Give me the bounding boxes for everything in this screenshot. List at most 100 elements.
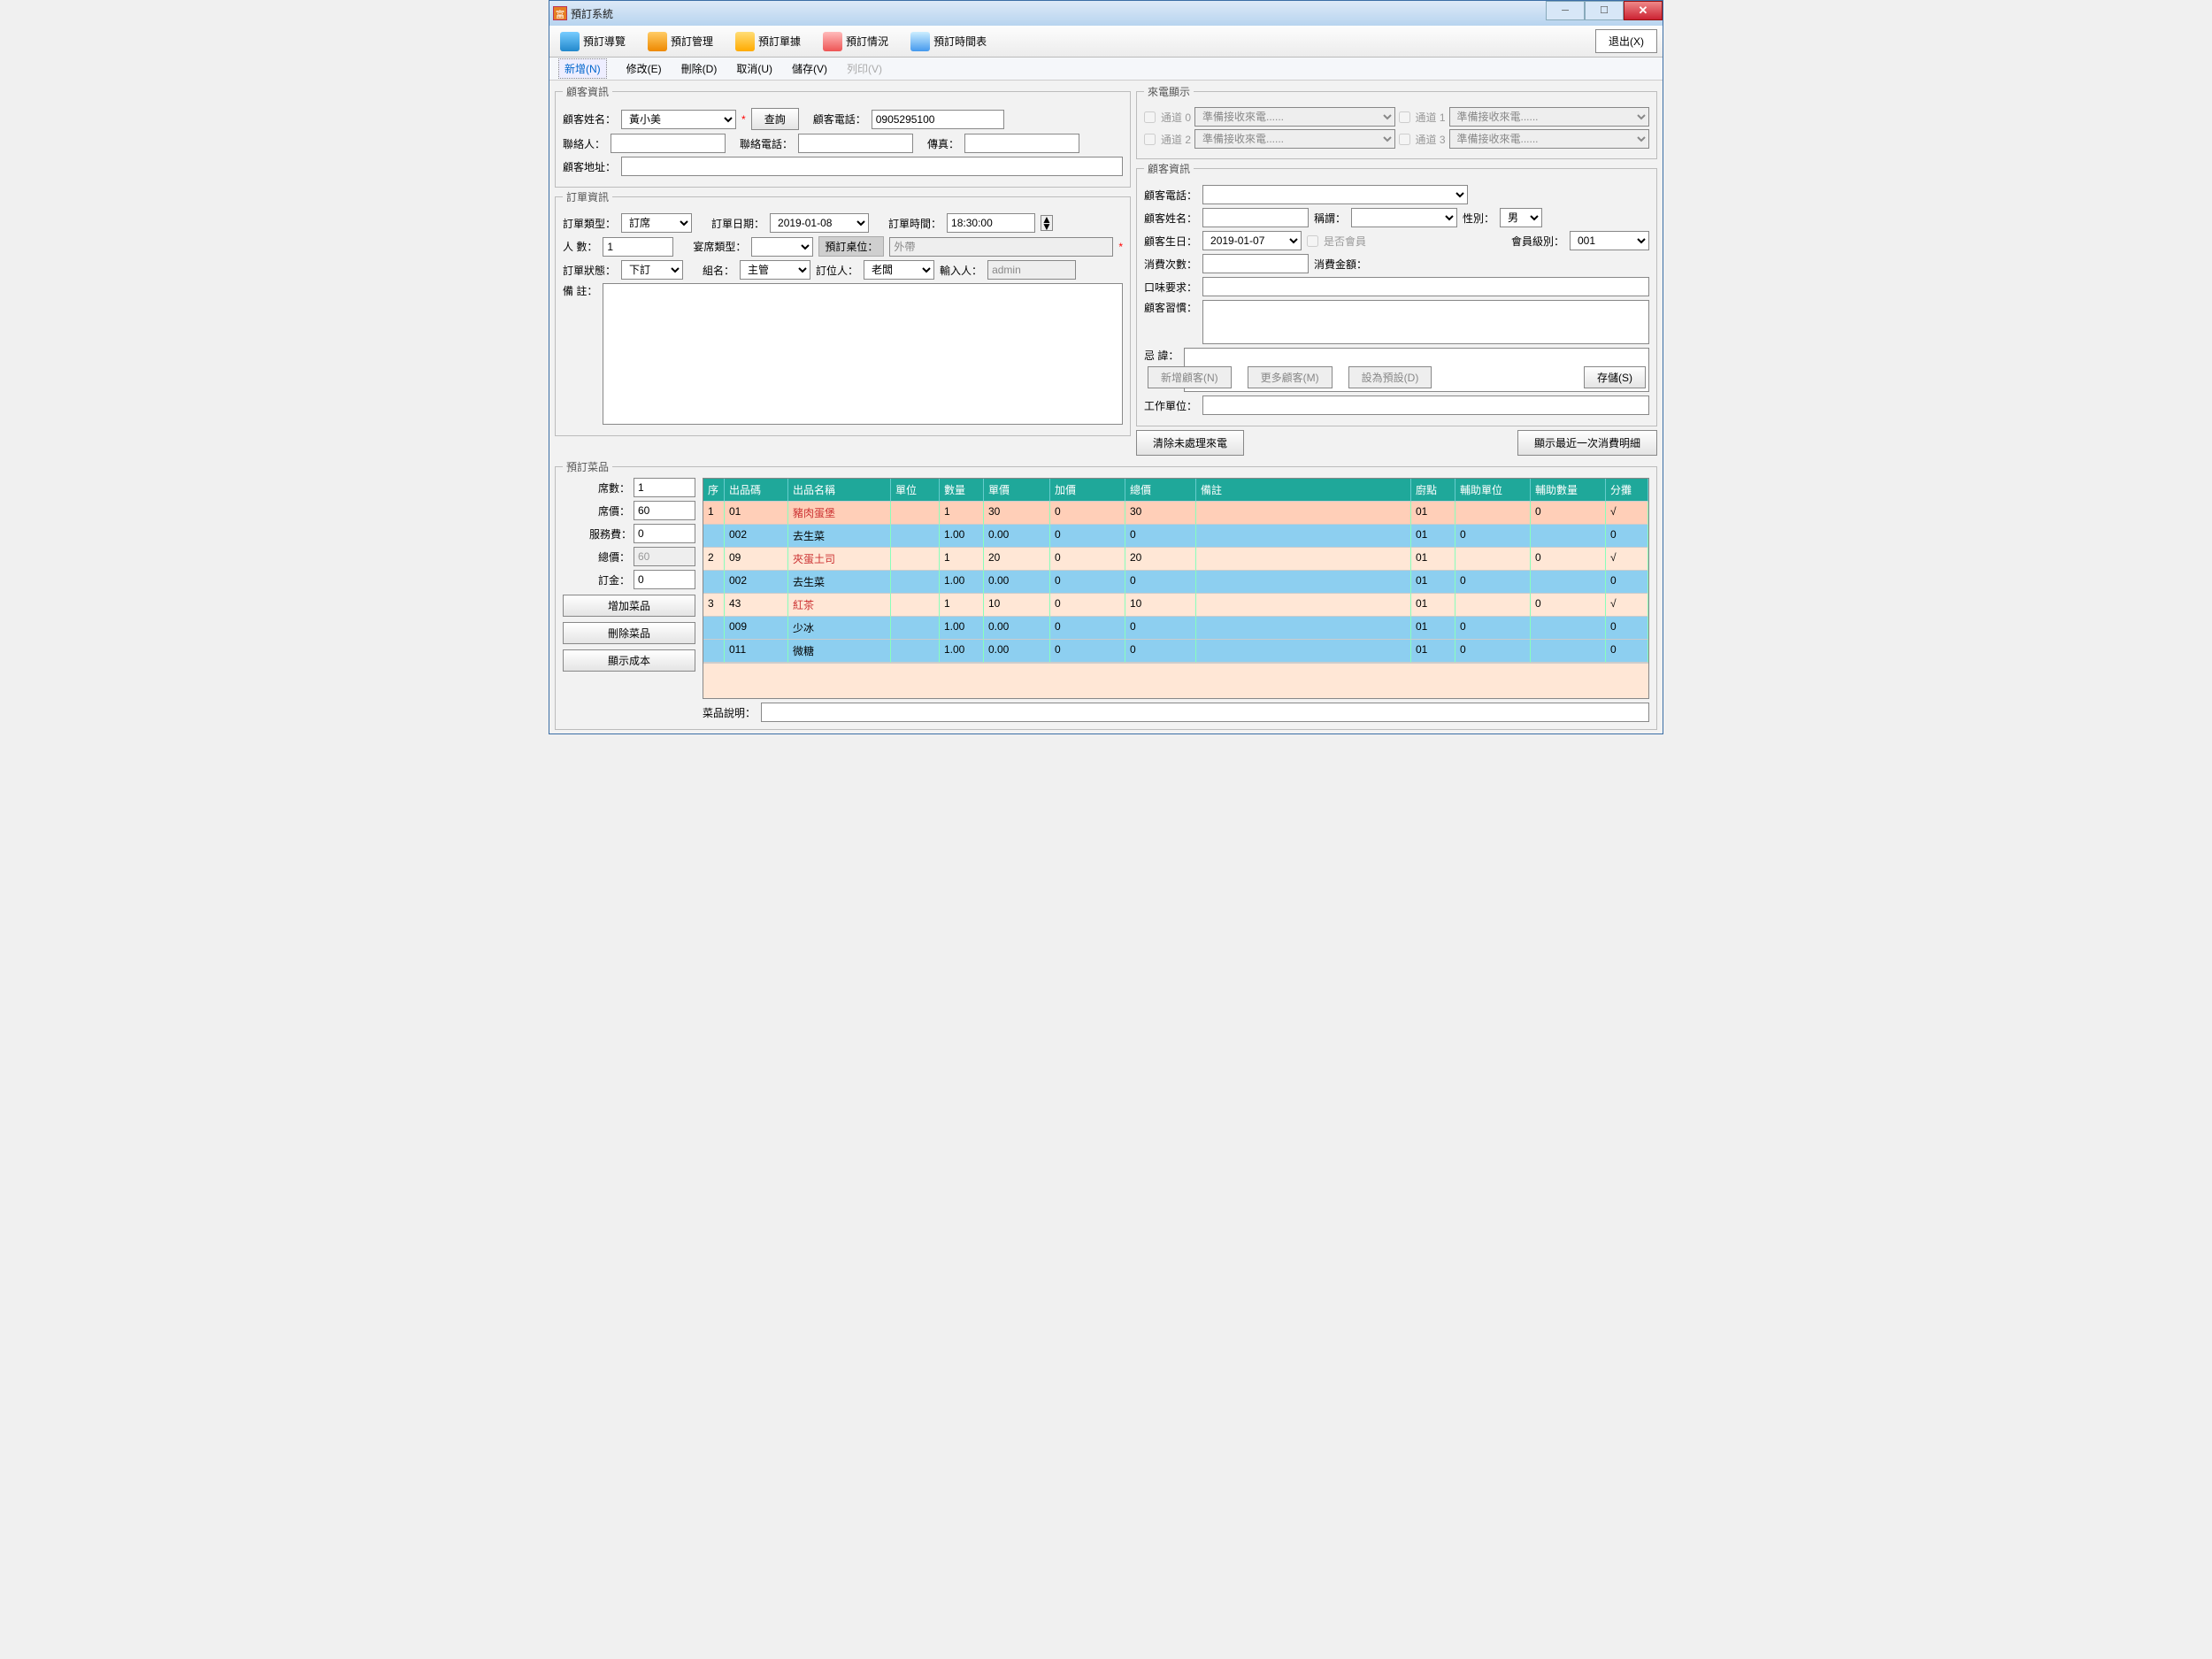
required-mark-2: * bbox=[1118, 241, 1123, 253]
entry-label: 輸入人： bbox=[940, 263, 982, 278]
dish-desc-input[interactable] bbox=[761, 703, 1649, 722]
menu-new[interactable]: 新增(N) bbox=[558, 58, 607, 79]
menu-cancel[interactable]: 取消(U) bbox=[736, 61, 772, 76]
titlebar: 富 預訂系統 ─ ☐ ✕ bbox=[549, 1, 1663, 26]
time-spinner-icon[interactable]: ▲▼ bbox=[1041, 215, 1053, 231]
seatprice-input[interactable] bbox=[634, 501, 695, 520]
dishes-group: 預訂菜品 席數： 席價： 服務費： 總價： 訂金： 增加菜品 刪除菜品 顯示成本… bbox=[555, 459, 1657, 730]
order-date-picker[interactable]: 2019-01-08 bbox=[770, 213, 869, 233]
fax-input[interactable] bbox=[964, 134, 1079, 153]
people-label: 人 數： bbox=[563, 239, 597, 254]
customer-info-group: 顧客資訊 顧客姓名： 黃小美 * 查詢 顧客電話： 聯絡人： 聯絡電話： bbox=[555, 84, 1131, 188]
clear-calls-button[interactable]: 清除未處理來電 bbox=[1136, 430, 1244, 456]
menu-save[interactable]: 儲存(V) bbox=[792, 61, 827, 76]
close-button[interactable]: ✕ bbox=[1624, 1, 1663, 20]
add-dish-button[interactable]: 增加菜品 bbox=[563, 595, 695, 617]
seats-input[interactable] bbox=[634, 478, 695, 497]
save-customer-button[interactable]: 存儲(S) bbox=[1584, 366, 1646, 388]
banquet-label: 宴席類型： bbox=[693, 239, 746, 254]
deposit-lbl: 訂金： bbox=[589, 572, 630, 588]
maximize-button[interactable]: ☐ bbox=[1585, 1, 1624, 20]
toolbar-mgmt[interactable]: 預訂管理 bbox=[637, 26, 725, 58]
callerid-group: 來電顯示 通道 0準備接收來電...... 通道 1準備接收來電...... 通… bbox=[1136, 84, 1657, 159]
contact-phone-label: 聯絡電話： bbox=[740, 136, 793, 151]
deposit-input[interactable] bbox=[634, 570, 695, 589]
seatprice-lbl: 席價： bbox=[589, 503, 630, 518]
del-dish-button[interactable]: 刪除菜品 bbox=[563, 622, 695, 644]
dishes-legend: 預訂菜品 bbox=[563, 459, 612, 474]
addr-input[interactable] bbox=[621, 157, 1123, 176]
c2-memlvl-lbl: 會員級別： bbox=[1511, 234, 1564, 249]
contact-phone-input[interactable] bbox=[798, 134, 913, 153]
order-type-select[interactable]: 訂席 bbox=[621, 213, 692, 233]
c2-phone-select[interactable] bbox=[1202, 185, 1468, 204]
table-row[interactable]: 343紅茶110010010√ bbox=[703, 594, 1648, 617]
group-select[interactable]: 主管 bbox=[740, 260, 810, 280]
set-default-button[interactable]: 設為預設(D) bbox=[1348, 366, 1432, 388]
minimize-button[interactable]: ─ bbox=[1546, 1, 1585, 20]
table-row[interactable]: 002去生菜1.000.00000100 bbox=[703, 571, 1648, 594]
c2-amount-lbl: 消費金額： bbox=[1314, 257, 1367, 272]
stat-icon bbox=[823, 32, 842, 51]
cust-name-label: 顧客姓名： bbox=[563, 111, 616, 127]
more-customer-button[interactable]: 更多顧客(M) bbox=[1248, 366, 1333, 388]
c2-name-input[interactable] bbox=[1202, 208, 1309, 227]
order-time-input[interactable] bbox=[947, 213, 1035, 233]
menu-delete[interactable]: 刪除(D) bbox=[681, 61, 718, 76]
svc-input[interactable] bbox=[634, 524, 695, 543]
c2-taste-input[interactable] bbox=[1202, 277, 1649, 296]
ch3-checkbox bbox=[1399, 134, 1410, 145]
remark-textarea[interactable] bbox=[603, 283, 1123, 425]
contact-input[interactable] bbox=[611, 134, 726, 153]
entry-input bbox=[987, 260, 1076, 280]
booker-select[interactable]: 老闆 bbox=[864, 260, 934, 280]
c2-title-select[interactable] bbox=[1351, 208, 1457, 227]
contact-label: 聯絡人： bbox=[563, 136, 605, 151]
c2-gender-select[interactable]: 男 bbox=[1500, 208, 1542, 227]
toolbar-stat[interactable]: 預訂情況 bbox=[812, 26, 900, 58]
table-row[interactable]: 011微糖1.000.00000100 bbox=[703, 640, 1648, 663]
table-row[interactable]: 209夾蛋土司120020010√ bbox=[703, 548, 1648, 571]
c2-visits-lbl: 消費次數： bbox=[1144, 257, 1197, 272]
table-input[interactable] bbox=[889, 237, 1113, 257]
show-cost-button[interactable]: 顯示成本 bbox=[563, 649, 695, 672]
remark-label: 備 註： bbox=[563, 283, 597, 298]
exit-button[interactable]: 退出(X) bbox=[1595, 29, 1657, 53]
customer-detail-group: 顧客資訊 顧客電話： 顧客姓名： 稱謂： 性別：男 顧客生日：2019-01-0… bbox=[1136, 161, 1657, 426]
window-title: 預訂系統 bbox=[571, 6, 613, 21]
cust-phone-input[interactable] bbox=[872, 110, 1004, 129]
table-row[interactable]: 101豬肉蛋堡130030010√ bbox=[703, 502, 1648, 525]
table-row[interactable]: 009少冰1.000.00000100 bbox=[703, 617, 1648, 640]
toolbar-nav[interactable]: 預訂導覽 bbox=[549, 26, 637, 58]
toolbar-doc[interactable]: 預訂單據 bbox=[725, 26, 812, 58]
show-recent-button[interactable]: 顯示最近一次消費明細 bbox=[1517, 430, 1657, 456]
table-row[interactable]: 002去生菜1.000.00000100 bbox=[703, 525, 1648, 548]
dish-grid[interactable]: 序 出品碼 出品名稱 單位 數量 單價 加價 總價 備註 廚點 輔助單位 輔助數… bbox=[703, 478, 1649, 699]
menu-edit[interactable]: 修改(E) bbox=[626, 61, 662, 76]
callerid-legend: 來電顯示 bbox=[1144, 84, 1194, 99]
banquet-select[interactable] bbox=[751, 237, 813, 257]
c2-bday-picker[interactable]: 2019-01-07 bbox=[1202, 231, 1302, 250]
toolbar-sched[interactable]: 預訂時間表 bbox=[900, 26, 998, 58]
c2-name-lbl: 顧客姓名： bbox=[1144, 211, 1197, 226]
main-toolbar: 預訂導覽 預訂管理 預訂單據 預訂情況 預訂時間表 退出(X) bbox=[549, 26, 1663, 58]
add-customer-button[interactable]: 新增顧客(N) bbox=[1148, 366, 1232, 388]
order-type-label: 訂單類型： bbox=[563, 216, 616, 231]
status-label: 訂單狀態： bbox=[563, 263, 616, 278]
ch2-checkbox bbox=[1144, 134, 1156, 145]
status-select[interactable]: 下訂 bbox=[621, 260, 683, 280]
c2-work-input[interactable] bbox=[1202, 396, 1649, 415]
c2-work-lbl: 工作單位： bbox=[1144, 398, 1197, 413]
cust-name-select[interactable]: 黃小美 bbox=[621, 110, 736, 129]
query-button[interactable]: 查詢 bbox=[751, 108, 799, 130]
required-mark: * bbox=[741, 113, 746, 126]
c2-memlvl-select[interactable]: 001 bbox=[1570, 231, 1649, 250]
ch1-checkbox bbox=[1399, 111, 1410, 123]
c2-bday-lbl: 顧客生日： bbox=[1144, 234, 1197, 249]
c2-habit-textarea[interactable] bbox=[1202, 300, 1649, 344]
addr-label: 顧客地址： bbox=[563, 159, 616, 174]
menu-print[interactable]: 列印(V) bbox=[847, 61, 882, 76]
total-lbl: 總價： bbox=[589, 549, 630, 565]
people-input[interactable] bbox=[603, 237, 673, 257]
c2-visits-input[interactable] bbox=[1202, 254, 1309, 273]
